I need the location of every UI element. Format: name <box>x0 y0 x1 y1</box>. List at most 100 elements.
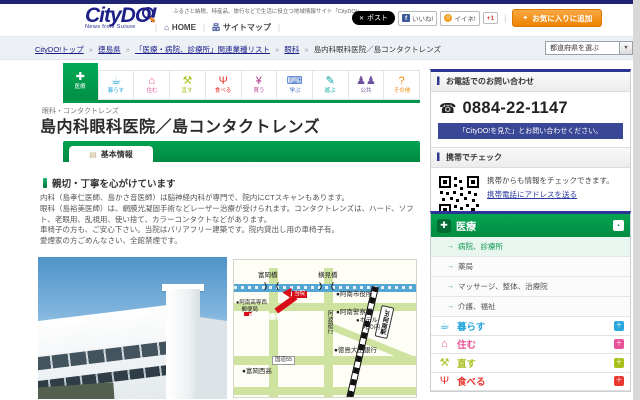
mobile-box-header: ▌ 携帯でチェック <box>431 147 630 168</box>
nav-divider: | <box>278 23 280 32</box>
arrow-icon: → <box>447 283 454 290</box>
citydo-page: CityDO! News from Suisse ふるさと納税、特産品、旅行など… <box>0 0 633 400</box>
menu-medical-header[interactable]: ✚ 医療 ▪ <box>431 214 630 237</box>
poi-police: ●阿南警察署 <box>336 309 372 316</box>
collapse-toggle-button[interactable]: ▪ <box>613 220 624 231</box>
breadcrumb: CityDO!トップ » 徳島県 » 「医療・病院、診療所」関連業種リスト » … <box>35 44 441 55</box>
tab-shopping[interactable]: ¥ 買う <box>242 70 278 100</box>
category-tab-bar: ✚ 医療 ☕ 暮らす ⌂ 住む ⚒ 直す Ψ 食べる ¥ 買う ⌨ 学ぶ ✎ 遊 <box>63 63 420 100</box>
arrow-icon: → <box>447 303 454 310</box>
facebook-like-label: いいね! <box>412 13 433 23</box>
people-icon: ♟♟ <box>356 76 376 87</box>
category-menu-box: ✚ 医療 ▪ → 病院、診療所 → 薬局 → マッサージ、整体、治療院 → 介護… <box>430 211 631 392</box>
breadcrumb-category[interactable]: 眼科 <box>284 45 299 54</box>
poi-school: ●富岡西高 <box>242 368 272 375</box>
tab-basic-info[interactable]: ▤ 基本情報 <box>69 146 153 162</box>
add-favorite-button[interactable]: ✦ お気に入りに追加 <box>512 9 602 27</box>
sidebar-item-eating[interactable]: Ψ 食べる ＋ <box>431 373 630 392</box>
pencil-icon: ✎ <box>326 76 335 87</box>
info-tab-strip: ▤ 基本情報 <box>63 141 420 162</box>
coffee-cup-icon: ☕ <box>111 76 121 87</box>
bridge-label: 富岡橋 <box>258 272 278 279</box>
prefecture-select[interactable]: 都道府県を選ぶ ▼ <box>545 41 633 55</box>
site-description: ふるさと納税、特産品、旅行などで生活に役立つ地域情報サイト「CityDO!」 <box>173 7 363 15</box>
breadcrumb-industry-list[interactable]: 「医療・病院、診療所」関連業種リスト <box>135 45 270 54</box>
building-tower <box>166 289 200 399</box>
tab-public[interactable]: ♟♟ 公共 <box>349 70 385 100</box>
nav-sitemap-link[interactable]: 品 サイトマップ <box>212 22 271 33</box>
sidebar-item-repair[interactable]: ⚒ 直す ＋ <box>431 354 630 373</box>
arrow-icon: → <box>447 263 454 270</box>
bookmark-tag-icon: ✦ <box>522 14 528 22</box>
section-heading: 親切・丁寧を心がけています <box>43 176 176 190</box>
home-icon: ⌂ <box>164 23 169 32</box>
breadcrumb-separator: » <box>126 45 130 54</box>
access-map: ）（ ）（ 富岡橋 横見橋 JR阿南駅 当院 島内科眼科医院 島コンタクトレンズ… <box>233 259 417 398</box>
facebook-like-button[interactable]: f いいね! <box>398 11 437 26</box>
green-bar-icon <box>43 178 47 188</box>
paragraph: 車椅子の方も、ご安心下さい。当院はバリアフリー建築です。院内貸出し用の車椅子有。 <box>40 225 422 236</box>
bridge-label: 横見橋 <box>318 272 338 279</box>
wrench-icon: ⚒ <box>183 76 193 87</box>
section-heading-text: 親切・丁寧を心がけています <box>52 176 176 190</box>
fork-knife-icon: Ψ <box>437 375 452 387</box>
expand-button[interactable]: ＋ <box>614 339 624 349</box>
submenu-item-massage[interactable]: → マッサージ、整体、治療院 <box>431 277 630 297</box>
basic-info-label: 基本情報 <box>101 149 133 160</box>
submenu-item-hospitals[interactable]: → 病院、診療所 <box>431 237 630 257</box>
map-road <box>234 387 417 395</box>
header-mark-icon: ▌ <box>437 154 442 161</box>
tab-other[interactable]: ? その他 <box>384 70 420 100</box>
submenu-item-care[interactable]: → 介護、福祉 <box>431 297 630 317</box>
breadcrumb-current: 島内科眼科医院／島コンタクトレンズ <box>314 45 441 54</box>
facebook-icon: f <box>402 14 410 22</box>
expand-button[interactable]: ＋ <box>614 376 624 386</box>
sidebar-item-label: 直す <box>457 356 609 370</box>
x-post-button[interactable]: ✕ ポスト <box>352 11 395 25</box>
tab-label: その他 <box>393 88 410 94</box>
phone-row: ☎ 0884-22-1147 <box>431 92 630 123</box>
gplus-icon: +1 <box>487 15 494 22</box>
tab-housing[interactable]: ⌂ 住む <box>134 70 170 100</box>
nav-divider: | <box>155 23 157 32</box>
poi-city-hall: ●阿南市役所 <box>336 291 372 298</box>
coffee-cup-icon: ☕ <box>437 319 452 332</box>
book-icon: ▤ <box>89 150 97 159</box>
nav-divider: | <box>203 23 205 32</box>
iine-button[interactable]: ☺ イイネ! <box>440 11 479 26</box>
tab-play[interactable]: ✎ 遊ぶ <box>313 70 349 100</box>
breadcrumb-prefecture[interactable]: 徳島県 <box>98 45 121 54</box>
submenu-label: 病院、診療所 <box>458 241 503 252</box>
magnifier-icon <box>142 7 154 19</box>
expand-button[interactable]: ＋ <box>614 321 624 331</box>
site-logo[interactable]: CityDO! News from Suisse <box>85 6 156 30</box>
send-address-link[interactable]: 携帯電話にアドレスを送る <box>487 189 577 200</box>
wrench-icon: ⚒ <box>437 356 452 369</box>
breadcrumb-home[interactable]: CityDO!トップ <box>35 45 84 54</box>
tab-medical[interactable]: ✚ 医療 <box>63 63 98 100</box>
bridge-mark: ）（ <box>264 281 282 292</box>
nav-home-link[interactable]: ⌂ HOME <box>164 23 196 32</box>
tab-label: 医療 <box>75 84 86 90</box>
tab-learning[interactable]: ⌨ 学ぶ <box>277 70 313 100</box>
route-55-label: 国道55 <box>272 356 295 365</box>
tab-label: 買う <box>253 88 264 94</box>
submenu-item-pharmacy[interactable]: → 薬局 <box>431 257 630 277</box>
poi-hotel: ●ホテル 丸の内 <box>356 318 380 331</box>
tab-eating[interactable]: Ψ 食べる <box>206 70 242 100</box>
sidebar-item-label: 食べる <box>457 374 609 388</box>
sidebar-item-living[interactable]: ☕ 暮らす ＋ <box>431 317 630 336</box>
map-road <box>234 356 417 365</box>
sidebar-categories: ☕ 暮らす ＋ ⌂ 住む ＋ ⚒ 直す ＋ Ψ 食べる ＋ <box>431 317 630 391</box>
google-plus-one-button[interactable]: +1 <box>483 12 498 24</box>
tab-living[interactable]: ☕ 暮らす <box>98 70 135 100</box>
poi-bank: ●徳島大正銀行 <box>334 347 377 354</box>
sidebar-item-housing[interactable]: ⌂ 住む ＋ <box>431 336 630 355</box>
expand-button[interactable]: ＋ <box>614 358 624 368</box>
tab-repair[interactable]: ⚒ 直す <box>170 70 206 100</box>
shopping-bag-icon: ¥ <box>256 76 262 87</box>
contact-box: ▌ お電話でのお問い合わせ ☎ 0884-22-1147 「CityDO!を見た… <box>430 69 631 225</box>
tab-underline <box>63 100 420 103</box>
tab-label: 食べる <box>215 88 232 94</box>
question-mark-icon: ? <box>399 76 405 87</box>
